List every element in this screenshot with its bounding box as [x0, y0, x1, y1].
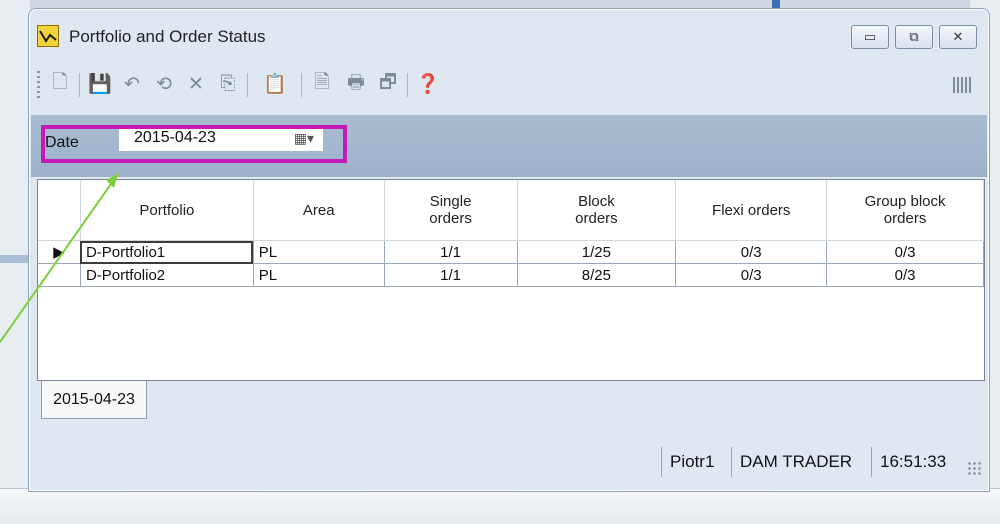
- background-left-scroll-strip: [0, 255, 30, 263]
- single-orders-cell[interactable]: 1/1: [384, 263, 518, 287]
- delete-icon[interactable]: ✕: [183, 71, 209, 97]
- export-icon[interactable]: 🗎: [309, 71, 335, 97]
- group-block-orders-cell[interactable]: 0/3: [826, 263, 984, 287]
- resize-grip-icon[interactable]: [967, 461, 981, 475]
- column-header-block-orders[interactable]: Block orders: [517, 180, 677, 241]
- chart-app-icon: [37, 25, 59, 47]
- window-title: Portfolio and Order Status: [69, 27, 266, 46]
- toolbar-separator: [79, 73, 80, 97]
- maximize-button[interactable]: ⧉: [895, 25, 933, 49]
- column-header-area[interactable]: Area: [253, 180, 385, 241]
- save-icon[interactable]: 💾: [87, 71, 113, 97]
- copy-icon[interactable]: ⎘: [215, 71, 241, 97]
- block-orders-cell[interactable]: 8/25: [517, 263, 677, 287]
- new-icon[interactable]: 🗋: [47, 71, 73, 97]
- column-header-single-orders[interactable]: Single orders: [384, 180, 518, 241]
- toolbar-overflow-grip[interactable]: [953, 77, 971, 93]
- minimize-button[interactable]: ▭: [851, 25, 889, 49]
- row-selector[interactable]: [38, 263, 81, 287]
- toolbar-separator: [301, 73, 302, 97]
- status-bar: Piotr1 DAM TRADER 16:51:33: [31, 439, 987, 479]
- title-bar[interactable]: Portfolio and Order Status ▭ ⧉ ✕: [29, 9, 989, 59]
- row-selector-header: [38, 180, 81, 241]
- help-icon[interactable]: ❓: [415, 71, 441, 97]
- orders-table: Portfolio Area Single orders Block order…: [38, 180, 984, 287]
- area-cell[interactable]: PL: [253, 263, 385, 287]
- toolbar-separator: [247, 73, 248, 97]
- group-block-orders-cell[interactable]: 0/3: [826, 240, 984, 264]
- flexi-orders-cell[interactable]: 0/3: [675, 263, 828, 287]
- status-user: Piotr1: [661, 447, 714, 477]
- flexi-orders-cell[interactable]: 0/3: [675, 240, 828, 264]
- column-header-flexi-orders[interactable]: Flexi orders: [675, 180, 828, 241]
- date-tabstrip: 2015-04-23: [33, 381, 983, 423]
- table-row[interactable]: D-Portfolio2 PL 1/1 8/25 0/3 0/3: [38, 263, 984, 287]
- block-orders-cell[interactable]: 1/25: [517, 240, 677, 264]
- refresh-icon[interactable]: ⟲: [151, 71, 177, 97]
- background-bottom-bar: [0, 488, 1000, 524]
- status-time: 16:51:33: [871, 447, 946, 477]
- import-icon[interactable]: 🗗: [375, 71, 401, 97]
- date-highlight-box: [41, 125, 347, 163]
- status-role: DAM TRADER: [731, 447, 852, 477]
- current-row-indicator-icon[interactable]: ▶: [38, 240, 81, 264]
- toolbar-separator: [407, 73, 408, 97]
- window-controls: ▭ ⧉ ✕: [851, 25, 977, 49]
- portfolio-cell[interactable]: D-Portfolio2: [80, 263, 254, 287]
- tab-date[interactable]: 2015-04-23: [41, 381, 147, 419]
- portfolio-order-status-window: Portfolio and Order Status ▭ ⧉ ✕ 🗋 💾 ↶ ⟲…: [28, 8, 990, 492]
- print-icon[interactable]: 🖶: [343, 71, 369, 97]
- toolbar: 🗋 💾 ↶ ⟲ ✕ ⎘ 📋 🗎 🖶 🗗 ❓: [29, 61, 989, 107]
- undo-icon[interactable]: ↶: [119, 71, 145, 97]
- paste-icon[interactable]: 📋: [255, 71, 295, 97]
- column-header-portfolio[interactable]: Portfolio: [80, 180, 254, 241]
- date-filter-panel: Date 2015-04-23 ▦▾: [31, 115, 987, 177]
- orders-grid: Portfolio Area Single orders Block order…: [37, 179, 985, 381]
- close-button[interactable]: ✕: [939, 25, 977, 49]
- table-row[interactable]: ▶ D-Portfolio1 PL 1/1 1/25 0/3 0/3: [38, 240, 984, 264]
- column-header-group-block-orders[interactable]: Group block orders: [826, 180, 984, 241]
- single-orders-cell[interactable]: 1/1: [384, 240, 518, 264]
- toolbar-grip[interactable]: [37, 71, 40, 99]
- portfolio-cell[interactable]: D-Portfolio1: [80, 240, 254, 264]
- area-cell[interactable]: PL: [253, 240, 385, 264]
- header-row: Portfolio Area Single orders Block order…: [38, 180, 984, 241]
